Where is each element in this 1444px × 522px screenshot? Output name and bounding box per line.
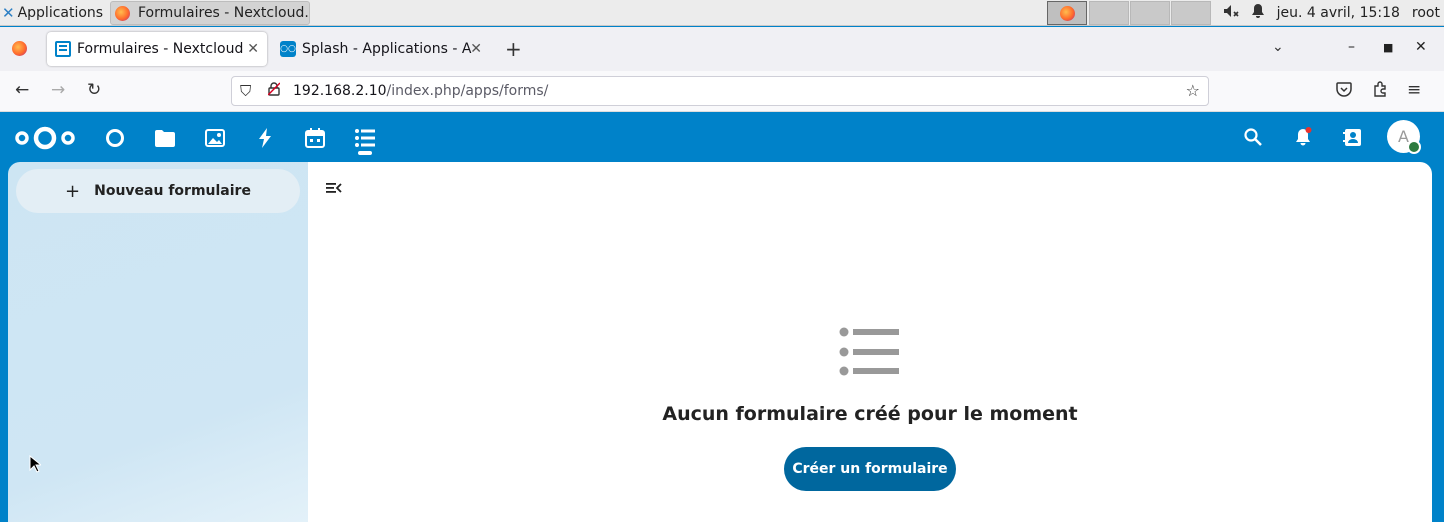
- workspace-4[interactable]: [1171, 1, 1211, 25]
- extensions-icon[interactable]: [1372, 81, 1388, 102]
- volume-muted-icon[interactable]: [1223, 3, 1239, 23]
- taskbar-item-label: Formulaires - Nextcloud...: [138, 5, 310, 21]
- search-icon[interactable]: [1241, 125, 1265, 149]
- desktop-panel: ✕ Applications ⋮ Formulaires - Nextcloud…: [0, 0, 1444, 26]
- workspace-1[interactable]: [1047, 1, 1087, 25]
- app-navigation: + Nouveau formulaire: [8, 162, 308, 522]
- url-bar[interactable]: ⛉ 192.168.2.10/index.php/apps/forms/ ☆: [231, 76, 1209, 106]
- mouse-cursor-icon: [29, 454, 43, 477]
- user-name[interactable]: root: [1412, 5, 1440, 21]
- url-host: 192.168.2.10: [293, 83, 387, 99]
- activity-app-icon[interactable]: [252, 125, 278, 151]
- forms-favicon-icon: [55, 41, 71, 57]
- contacts-icon[interactable]: [1341, 125, 1365, 149]
- nextcloud-favicon-icon: ○○: [280, 41, 296, 57]
- system-tray: jeu. 4 avril, 15:18 root: [1223, 0, 1444, 26]
- files-app-icon[interactable]: [152, 125, 178, 151]
- calendar-app-icon[interactable]: [302, 125, 328, 151]
- firefox-icon: [115, 5, 130, 21]
- create-form-button[interactable]: Créer un formulaire: [784, 447, 956, 491]
- tab-title: Splash - Applications - Ap: [302, 41, 472, 57]
- tracking-protection-shield-icon[interactable]: ⛉: [240, 82, 251, 100]
- firefox-view-icon[interactable]: [12, 41, 27, 56]
- forward-icon[interactable]: →: [51, 80, 65, 100]
- browser-tab-strip: Formulaires - Nextcloud ✕ ○○ Splash - Ap…: [0, 27, 1444, 71]
- plus-icon: +: [65, 180, 81, 202]
- xfce-logo-icon: ✕: [2, 4, 15, 22]
- maximize-icon[interactable]: ■: [1383, 41, 1393, 54]
- taskbar-item-firefox[interactable]: Formulaires - Nextcloud...: [110, 1, 310, 25]
- new-form-button[interactable]: + Nouveau formulaire: [16, 169, 300, 213]
- applications-menu-label: Applications: [17, 5, 104, 21]
- close-window-icon[interactable]: ✕: [1415, 39, 1427, 55]
- dashboard-app-icon[interactable]: [102, 125, 128, 151]
- bookmark-star-icon[interactable]: ☆: [1186, 81, 1200, 100]
- applications-menu[interactable]: ✕ Applications ⋮: [2, 0, 120, 26]
- empty-content-title: Aucun formulaire créé pour le moment: [662, 403, 1078, 425]
- url-path: /index.php/apps/forms/: [386, 83, 549, 99]
- forms-app-icon[interactable]: [352, 125, 378, 151]
- pocket-icon[interactable]: [1336, 82, 1352, 102]
- clock[interactable]: jeu. 4 avril, 15:18: [1277, 5, 1400, 21]
- close-tab-icon[interactable]: ✕: [247, 41, 259, 57]
- tab-formulaires[interactable]: Formulaires - Nextcloud ✕: [47, 32, 267, 66]
- nextcloud-header: A: [0, 112, 1444, 162]
- app-menu-icon[interactable]: ≡: [1407, 80, 1421, 100]
- url-text[interactable]: 192.168.2.10/index.php/apps/forms/: [293, 83, 548, 99]
- workspace-3[interactable]: [1130, 1, 1170, 25]
- close-tab-icon[interactable]: ✕: [470, 41, 482, 57]
- browser-navbar: ← → ↻ ⛉ 192.168.2.10/index.php/apps/form…: [0, 71, 1444, 112]
- navigation-toggle-icon[interactable]: [326, 180, 346, 196]
- minimize-icon[interactable]: –: [1348, 39, 1355, 55]
- notifications-icon[interactable]: [1291, 125, 1315, 149]
- list-all-tabs-icon[interactable]: ⌄: [1272, 39, 1284, 55]
- new-form-label: Nouveau formulaire: [94, 183, 251, 199]
- firefox-icon: [1059, 5, 1075, 21]
- photos-app-icon[interactable]: [202, 125, 228, 151]
- insecure-lock-icon[interactable]: [267, 82, 281, 100]
- tab-title: Formulaires - Nextcloud: [77, 41, 244, 57]
- tab-splash[interactable]: ○○ Splash - Applications - Ap ✕: [272, 32, 490, 66]
- back-icon[interactable]: ←: [15, 80, 29, 100]
- reload-icon[interactable]: ↻: [87, 80, 101, 100]
- app-content: Aucun formulaire créé pour le moment Cré…: [308, 162, 1432, 522]
- workspace-2[interactable]: [1089, 1, 1129, 25]
- notifications-bell-icon[interactable]: [1251, 3, 1265, 23]
- nextcloud-logo-icon[interactable]: [14, 126, 76, 154]
- forms-empty-list-icon: [838, 326, 900, 382]
- new-tab-icon[interactable]: +: [505, 37, 522, 61]
- online-status-icon: [1407, 140, 1421, 154]
- active-app-indicator: [358, 151, 372, 155]
